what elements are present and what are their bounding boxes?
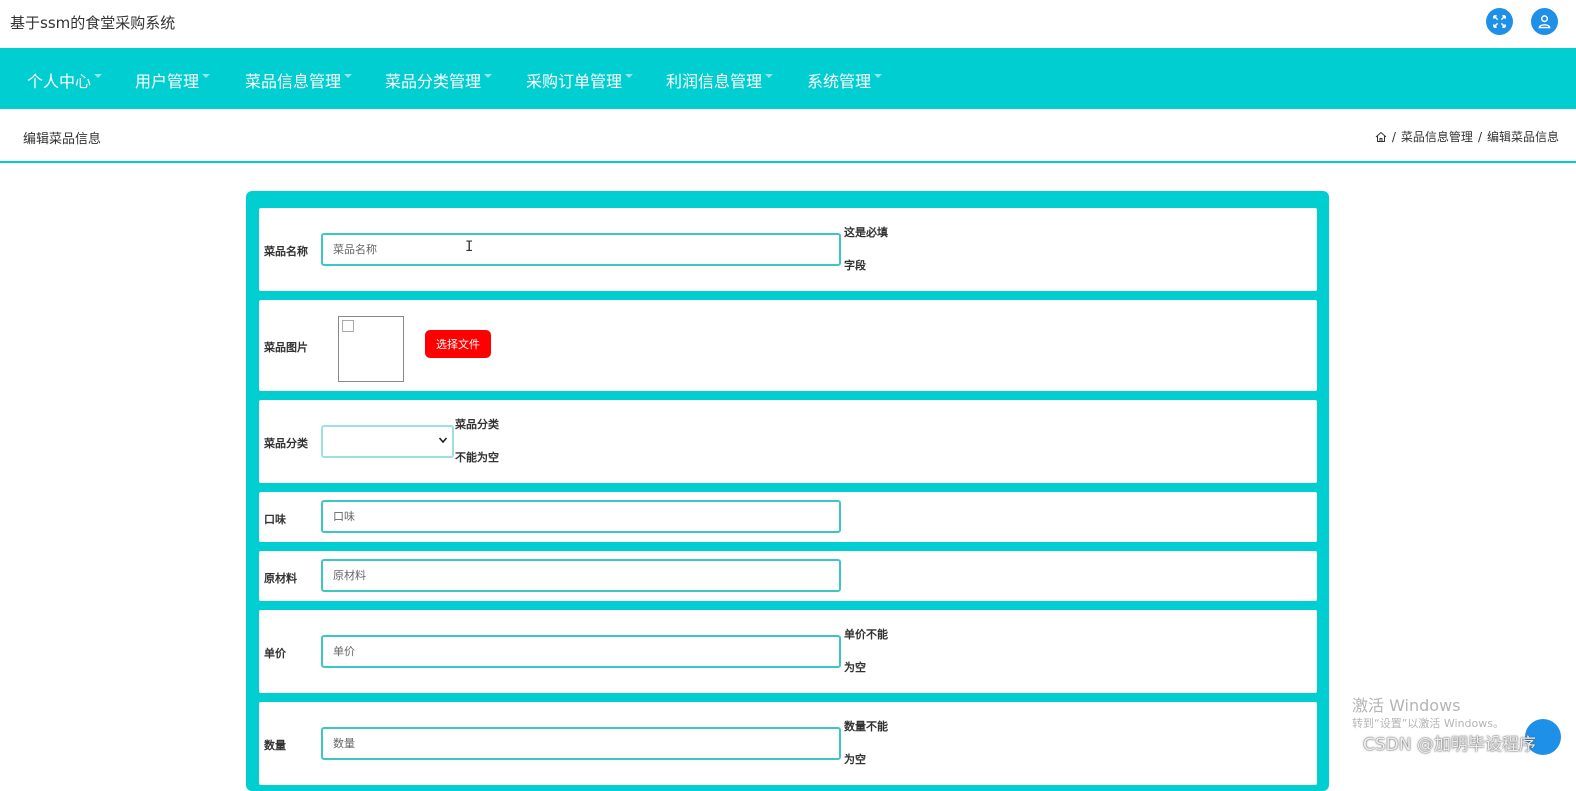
material-input[interactable]: [321, 559, 841, 592]
material-label: 原材料: [264, 572, 297, 585]
windows-activation-title: 激活 Windows: [1352, 696, 1461, 715]
form-row-dish-name: 菜品名称 这是必填 字段: [259, 208, 1317, 291]
chevron-down-icon: [438, 437, 448, 444]
nav-item-label: 个人中心: [27, 72, 92, 91]
price-input[interactable]: [321, 635, 841, 668]
text-cursor-icon: I: [465, 239, 474, 255]
page-title: 编辑菜品信息: [23, 132, 102, 147]
form-row-price: 单价 单价不能 为空: [259, 610, 1317, 693]
quantity-hint: 数量不能 为空: [844, 710, 904, 776]
hint-line: 不能为空: [455, 451, 499, 464]
form-row-dish-category: 菜品分类 菜品分类 不能为空: [259, 400, 1317, 483]
dish-category-hint: 菜品分类 不能为空: [455, 408, 515, 474]
form-row-material: 原材料: [259, 551, 1317, 601]
nav-item-label: 菜品分类管理: [385, 72, 482, 91]
hint-line: 数量不能: [844, 720, 888, 733]
hint-line: 菜品分类: [455, 418, 499, 431]
broken-image-icon: [342, 320, 354, 332]
nav-item-label: 系统管理: [807, 72, 872, 91]
taste-label: 口味: [264, 513, 286, 526]
dish-name-hint: 这是必填 字段: [844, 216, 904, 282]
nav-item-dish-category[interactable]: 菜品分类管理: [385, 68, 493, 92]
hint-line: 为空: [844, 753, 866, 766]
hint-line: 单价不能: [844, 628, 888, 641]
nav-item-label: 采购订单管理: [526, 72, 623, 91]
caret-down-icon: [874, 74, 883, 78]
breadcrumb: / 菜品信息管理 / 编辑菜品信息: [1375, 128, 1559, 145]
dish-category-label: 菜品分类: [264, 437, 308, 450]
edit-form-panel: 菜品名称 这是必填 字段 菜品图片 选择文件 菜品分类 菜品分类 不能为空 口味…: [246, 191, 1329, 791]
nav-item-user-management[interactable]: 用户管理: [135, 68, 211, 92]
form-row-quantity: 数量 数量不能 为空: [259, 702, 1317, 785]
user-icon: [1538, 15, 1551, 29]
user-button[interactable]: [1531, 8, 1558, 35]
caret-down-icon: [625, 74, 634, 78]
breadcrumb-separator: /: [1391, 129, 1396, 144]
price-label: 单价: [264, 647, 286, 660]
home-icon[interactable]: [1375, 131, 1387, 143]
nav-item-profit-info[interactable]: 利润信息管理: [666, 68, 774, 92]
hint-line: 字段: [844, 259, 866, 272]
fullscreen-icon: [1493, 15, 1506, 28]
caret-down-icon: [765, 74, 774, 78]
nav-item-purchase-orders[interactable]: 采购订单管理: [526, 68, 634, 92]
nav-item-label: 利润信息管理: [666, 72, 763, 91]
main-nav: 个人中心 用户管理 菜品信息管理 菜品分类管理 采购订单管理 利润信息管理 系统…: [0, 48, 1576, 109]
breadcrumb-separator: /: [1477, 129, 1482, 144]
price-hint: 单价不能 为空: [844, 618, 904, 684]
windows-activation-subtitle: 转到“设置”以激活 Windows。: [1352, 717, 1504, 730]
nav-item-dish-info[interactable]: 菜品信息管理: [245, 68, 353, 92]
app-title: 基于ssm的食堂采购系统: [10, 14, 176, 32]
dish-name-input[interactable]: [321, 233, 841, 266]
top-header: 基于ssm的食堂采购系统: [0, 0, 1576, 48]
breadcrumb-bar: 编辑菜品信息 / 菜品信息管理 / 编辑菜品信息: [0, 109, 1576, 163]
form-row-taste: 口味: [259, 492, 1317, 542]
caret-down-icon: [484, 74, 493, 78]
nav-item-personal-center[interactable]: 个人中心: [27, 68, 103, 92]
nav-item-label: 菜品信息管理: [245, 72, 342, 91]
dish-image-label: 菜品图片: [264, 341, 308, 354]
dish-name-label: 菜品名称: [264, 245, 308, 258]
dish-image-preview: [338, 316, 404, 382]
choose-file-button[interactable]: 选择文件: [425, 330, 491, 358]
caret-down-icon: [344, 74, 353, 78]
quantity-input[interactable]: [321, 727, 841, 760]
dish-category-select[interactable]: [321, 425, 454, 458]
csdn-watermark: CSDN @加明毕设程序: [1363, 735, 1536, 755]
breadcrumb-level2: 编辑菜品信息: [1486, 130, 1559, 144]
breadcrumb-level1[interactable]: 菜品信息管理: [1401, 128, 1473, 145]
caret-down-icon: [202, 74, 211, 78]
hint-line: 这是必填: [844, 226, 888, 239]
form-row-dish-image: 菜品图片 选择文件: [259, 300, 1317, 391]
hint-line: 为空: [844, 661, 866, 674]
fullscreen-button[interactable]: [1486, 8, 1513, 35]
nav-item-system[interactable]: 系统管理: [807, 68, 883, 92]
quantity-label: 数量: [264, 739, 286, 752]
caret-down-icon: [94, 74, 103, 78]
nav-item-label: 用户管理: [135, 72, 200, 91]
taste-input[interactable]: [321, 500, 841, 533]
